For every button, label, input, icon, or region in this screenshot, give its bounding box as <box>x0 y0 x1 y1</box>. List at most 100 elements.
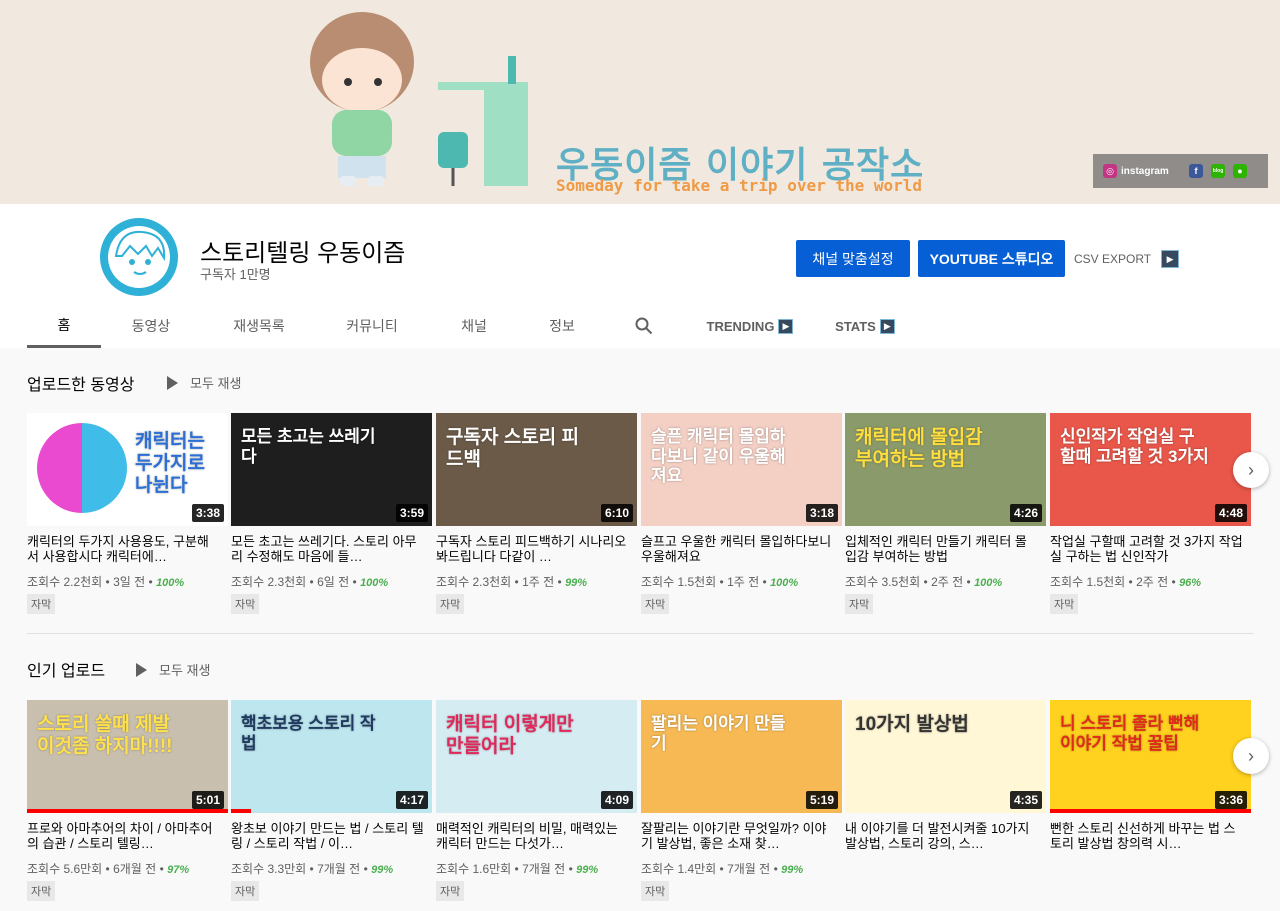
video-duration: 3:38 <box>191 504 224 522</box>
video-thumbnail[interactable]: 핵초보용 스토리 작법 4:17 <box>231 700 432 813</box>
customize-channel-button[interactable]: 채널 맞춤설정 <box>796 240 910 277</box>
thumbnail-text: 캐릭터에 몰입감 부여하는 방법 <box>855 427 983 470</box>
instagram-link[interactable]: ◎ instagram <box>1103 164 1181 178</box>
video-title[interactable]: 내 이야기를 더 발전시켜줄 10가지 발상법, 스토리 강의, 스… <box>845 821 1046 851</box>
subtitles-badge: 자막 <box>231 881 260 901</box>
upload-age: 7개월 전 <box>317 862 361 876</box>
video-card[interactable]: 핵초보용 스토리 작법 4:17 왕초보 이야기 만드는 법 / 스토리 텔링 / … <box>231 700 432 901</box>
video-meta: 조회수 2.3천회 • 6일 전 • 100% <box>231 575 389 589</box>
video-duration: 4:35 <box>1009 791 1042 809</box>
tab-community[interactable]: 커뮤니티 <box>317 304 427 348</box>
video-title[interactable]: 구독자 스토리 피드백하기 시나리오 봐드립니다 다같이 … <box>436 534 637 564</box>
tab-videos[interactable]: 동영상 <box>101 304 201 348</box>
like-ratio: 99% <box>781 864 804 876</box>
video-meta: 조회수 1.4만회 • 7개월 전 • 99% <box>641 862 804 876</box>
tab-channels[interactable]: 채널 <box>427 304 521 348</box>
video-title[interactable]: 캐릭터의 두가지 사용용도, 구분해서 사용합시다 캐릭터에… <box>27 534 228 564</box>
chevron-right-icon: › <box>1248 745 1254 766</box>
tab-home[interactable]: 홈 <box>27 304 101 348</box>
channel-tabs: 홈 동영상 재생목록 커뮤니티 채널 정보 TRENDING ▶ STATS ▶ <box>27 304 915 348</box>
video-thumbnail[interactable]: 캐릭터 이렇게만 만들어라 4:09 <box>436 700 637 813</box>
video-card[interactable]: 구독자 스토리 피드백 6:10 구독자 스토리 피드백하기 시나리오 봐드립니다 … <box>436 413 637 614</box>
thumbnail-text: 팔리는 이야기 만들기 <box>651 714 786 753</box>
thumbnail-text: 핵초보용 스토리 작법 <box>241 714 376 753</box>
video-meta: 조회수 5.6만회 • 6개월 전 • 97% <box>27 862 190 876</box>
video-title[interactable]: 매력적인 캐릭터의 비밀, 매력있는 캐릭터 만드는 다섯가… <box>436 821 637 851</box>
like-ratio: 99% <box>371 864 394 876</box>
thumbnail-text: 스토리 쓸때 제발 이것좀 하지마!!!! <box>37 714 173 757</box>
video-card[interactable]: 스토리 쓸때 제발 이것좀 하지마!!!! 5:01 프로와 아마추어의 차이 / … <box>27 700 228 901</box>
play-all-label: 모두 재생 <box>159 663 211 678</box>
video-title[interactable]: 모든 초고는 쓰레기다. 스토리 아무리 수정해도 마음에 들… <box>231 534 432 564</box>
section-title-popular: 인기 업로드 <box>27 663 106 680</box>
thumbnail-text: 10가지 발상법 <box>855 714 969 735</box>
video-card[interactable]: 신인작가 작업실 구할때 고려할 것 3가지 4:48 작업실 구할때 고려할 것 … <box>1050 413 1251 614</box>
video-card[interactable]: 모든 초고는 쓰레기다 3:59 모든 초고는 쓰레기다. 스토리 아무리 수정해도… <box>231 413 432 614</box>
kakao-talk-icon[interactable]: ● <box>1233 164 1247 178</box>
video-card[interactable]: 캐릭터는 두가지로 나뉜다 3:38 캐릭터의 두가지 사용용도, 구분해서 사용합… <box>27 413 228 614</box>
facebook-icon[interactable]: f <box>1189 164 1203 178</box>
tab-trending[interactable]: TRENDING ▶ <box>685 304 815 348</box>
video-card[interactable]: 10가지 발상법 4:35 내 이야기를 더 발전시켜줄 10가지 발상법, 스토리… <box>845 700 1046 851</box>
tab-label: 채널 <box>461 318 487 334</box>
video-title[interactable]: 잘팔리는 이야기란 무엇일까? 이야기 발상법, 좋은 소재 찾… <box>641 821 842 851</box>
video-duration: 4:09 <box>600 791 633 809</box>
view-count: 조회수 1.6만회 <box>436 862 512 876</box>
video-card[interactable]: 팔리는 이야기 만들기 5:19 잘팔리는 이야기란 무엇일까? 이야기 발상법, … <box>641 700 842 901</box>
video-shelf-uploads: 캐릭터는 두가지로 나뉜다 3:38 캐릭터의 두가지 사용용도, 구분해서 사용합… <box>27 413 1252 614</box>
instagram-label: instagram <box>1121 165 1169 177</box>
video-title[interactable]: 슬프고 우울한 캐릭터 몰입하다보니 우울해져요 <box>641 534 842 564</box>
video-thumbnail[interactable]: 팔리는 이야기 만들기 5:19 <box>641 700 842 813</box>
blog-icon[interactable]: blog <box>1211 164 1225 178</box>
channel-search-button[interactable] <box>603 304 685 348</box>
video-thumbnail[interactable]: 캐릭터에 몰입감 부여하는 방법 4:26 <box>845 413 1046 526</box>
shelf-next-button[interactable]: › <box>1233 452 1269 488</box>
like-ratio: 100% <box>156 577 185 589</box>
video-duration: 4:17 <box>395 791 428 809</box>
tab-stats[interactable]: STATS ▶ <box>815 304 915 348</box>
video-thumbnail[interactable]: 모든 초고는 쓰레기다 3:59 <box>231 413 432 526</box>
tab-playlists[interactable]: 재생목록 <box>201 304 317 348</box>
thumbnail-text: 모든 초고는 쓰레기다 <box>241 427 376 466</box>
video-title[interactable]: 작업실 구할때 고려할 것 3가지 작업실 구하는 법 신인작가 <box>1050 534 1251 564</box>
video-thumbnail[interactable]: 스토리 쓸때 제발 이것좀 하지마!!!! 5:01 <box>27 700 228 813</box>
video-duration: 5:01 <box>191 791 224 809</box>
video-title[interactable]: 뻔한 스토리 신선하게 바꾸는 법 스토리 발상법 창의력 시… <box>1050 821 1251 851</box>
video-thumbnail[interactable]: 캐릭터는 두가지로 나뉜다 3:38 <box>27 413 228 526</box>
video-thumbnail[interactable]: 슬픈 캐릭터 몰입하다보니 같이 우울해져요 3:18 <box>641 413 842 526</box>
banner-subtitle: Someday for take a trip over the world <box>556 176 923 195</box>
video-title[interactable]: 프로와 아마추어의 차이 / 아마추어의 습관 / 스토리 텔링… <box>27 821 228 851</box>
tab-about[interactable]: 정보 <box>521 304 603 348</box>
play-all-button[interactable]: 모두 재생 <box>136 660 210 679</box>
banner-links: ◎ instagram f blog ● <box>1093 154 1268 188</box>
like-ratio: 96% <box>1179 577 1202 589</box>
view-count: 조회수 5.6만회 <box>27 862 103 876</box>
view-count: 조회수 2.3천회 <box>231 575 307 589</box>
video-duration: 5:19 <box>805 791 838 809</box>
video-title[interactable]: 왕초보 이야기 만드는 법 / 스토리 텔링 / 스토리 작법 / 이… <box>231 821 432 851</box>
video-card[interactable]: 슬픈 캐릭터 몰입하다보니 같이 우울해져요 3:18 슬프고 우울한 캐릭터 몰입… <box>641 413 842 614</box>
video-thumbnail[interactable]: 니 스토리 졸라 뻔해 이야기 작법 꿀팁 3:36 <box>1050 700 1251 813</box>
video-thumbnail[interactable]: 신인작가 작업실 구할때 고려할 것 3가지 4:48 <box>1050 413 1251 526</box>
subtitles-badge: 자막 <box>436 881 465 901</box>
video-title[interactable]: 입체적인 캐릭터 만들기 캐릭터 몰입감 부여하는 방법 <box>845 534 1046 564</box>
video-thumbnail[interactable]: 구독자 스토리 피드백 6:10 <box>436 413 637 526</box>
search-icon <box>635 317 653 335</box>
subtitles-badge: 자막 <box>436 594 465 614</box>
upload-age: 6일 전 <box>317 575 350 589</box>
shelf-next-button[interactable]: › <box>1233 738 1269 774</box>
subtitles-badge: 자막 <box>231 594 260 614</box>
video-duration: 4:48 <box>1214 504 1247 522</box>
video-thumbnail[interactable]: 10가지 발상법 4:35 <box>845 700 1046 813</box>
youtube-studio-button[interactable]: YOUTUBE 스튜디오 <box>918 240 1065 277</box>
video-card[interactable]: 캐릭터에 몰입감 부여하는 방법 4:26 입체적인 캐릭터 만들기 캐릭터 몰입감… <box>845 413 1046 614</box>
instagram-icon: ◎ <box>1103 164 1117 178</box>
video-card[interactable]: 캐릭터 이렇게만 만들어라 4:09 매력적인 캐릭터의 비밀, 매력있는 캐릭터 … <box>436 700 637 901</box>
tab-label: STATS <box>835 318 876 334</box>
video-card[interactable]: 니 스토리 졸라 뻔해 이야기 작법 꿀팁 3:36 뻔한 스토리 신선하게 바꾸는… <box>1050 700 1251 851</box>
tab-label: 정보 <box>549 318 575 334</box>
play-all-button[interactable]: 모두 재생 <box>167 373 241 392</box>
channel-avatar[interactable] <box>100 218 178 296</box>
watch-progress-bar <box>231 809 251 813</box>
csv-export-button[interactable]: CSV EXPORT ▶ <box>1074 250 1180 268</box>
